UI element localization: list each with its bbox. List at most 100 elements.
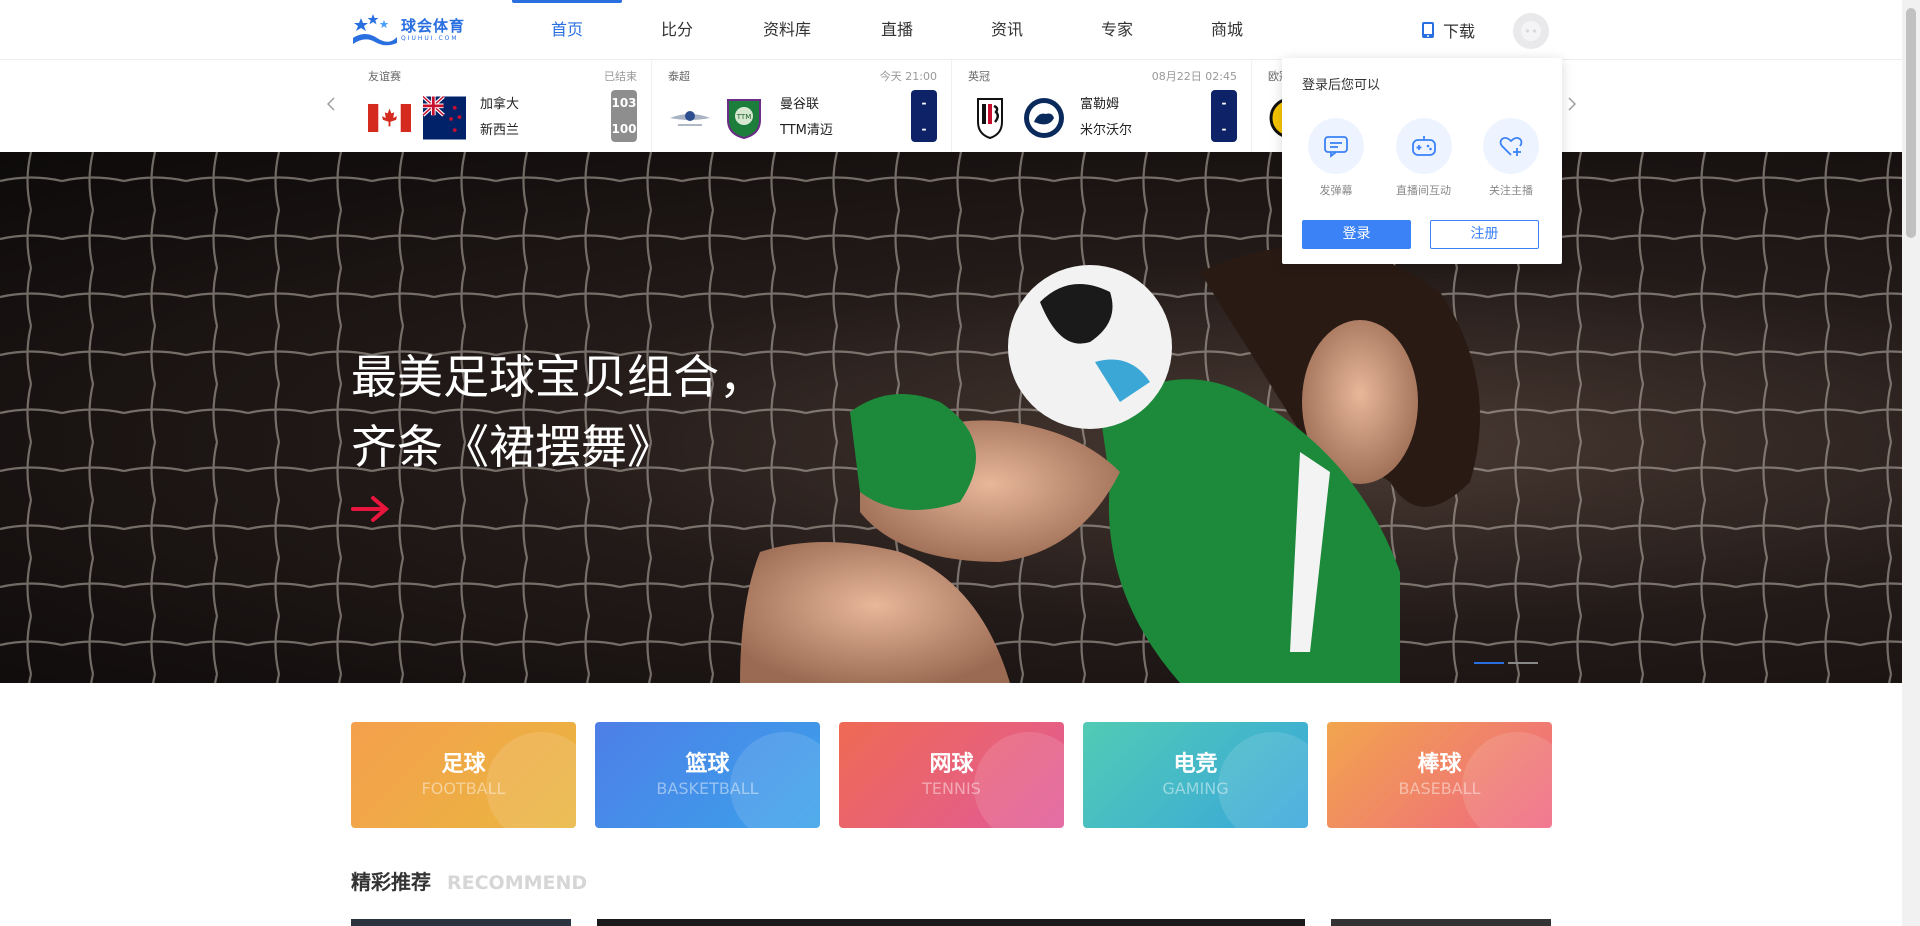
sport-tile-football[interactable]: 足球 FOOTBALL <box>351 722 576 828</box>
score-box: 103 100 <box>611 90 637 142</box>
fulham-crest-icon <box>977 98 1003 140</box>
sport-name-en: BASKETBALL <box>656 779 759 798</box>
benefit-danmaku[interactable]: 发弹幕 <box>1296 118 1376 198</box>
benefit-interaction[interactable]: 直播间互动 <box>1384 118 1464 198</box>
sport-name-en: BASEBALL <box>1398 779 1481 798</box>
register-button[interactable]: 注册 <box>1430 220 1539 249</box>
bangkok-united-crest-icon <box>670 111 710 126</box>
chevron-right-icon <box>1568 97 1576 111</box>
recommend-title-cn: 精彩推荐 <box>351 870 431 894</box>
page: 球会体育 QIUHUI.COM 首页 比分 资料库 直播 资讯 专家 商城 下载 <box>0 0 1920 926</box>
banner-pagination <box>1474 662 1542 664</box>
recommend-card-thumbnail[interactable] <box>597 919 1305 926</box>
home-score: - <box>921 96 927 110</box>
millwall-crest-icon <box>1024 98 1064 138</box>
sport-name-en: TENNIS <box>922 779 981 798</box>
nav-shop[interactable]: 商城 <box>1172 0 1282 60</box>
banner-title[interactable]: 最美足球宝贝组合， 齐条《裙摆舞》 <box>351 342 765 482</box>
sport-tile-gaming[interactable]: 电竞 GAMING <box>1083 722 1308 828</box>
nav-live[interactable]: 直播 <box>842 0 952 60</box>
benefit-label: 直播间互动 <box>1396 184 1451 197</box>
sport-name-en: FOOTBALL <box>421 779 506 798</box>
user-avatar[interactable] <box>1513 13 1549 49</box>
recommend-header: 精彩推荐 RECOMMEND <box>351 866 588 894</box>
logo-stars-icon <box>353 14 397 46</box>
login-popup: 登录后您可以 发弹幕 直播间互动 关注主播 登录 注册 <box>1282 58 1562 264</box>
match-card[interactable]: 英冠 08月22日 02:45 富勒姆 米尔沃尔 - - <box>952 60 1252 152</box>
goal-net-image <box>0 152 1902 683</box>
heart-plus-icon <box>1499 136 1523 156</box>
download-link[interactable]: 下载 <box>1421 18 1475 42</box>
sport-name-cn: 棒球 <box>1417 752 1462 777</box>
sport-name-cn: 电竞 <box>1173 752 1218 777</box>
page-scrollbar[interactable] <box>1902 0 1920 926</box>
banner-dot[interactable] <box>1474 662 1504 664</box>
gamepad-icon <box>1411 136 1436 156</box>
nav-scores[interactable]: 比分 <box>622 0 732 60</box>
banner-dot[interactable] <box>1508 662 1538 664</box>
nav-database[interactable]: 资料库 <box>732 0 842 60</box>
banner-title-line2: 齐条《裙摆舞》 <box>351 420 673 474</box>
svg-text:TTM: TTM <box>736 113 751 121</box>
logo-name-cn: 球会体育 <box>401 17 466 35</box>
canada-flag-icon <box>368 103 411 133</box>
sport-tile-tennis[interactable]: 网球 TENNIS <box>839 722 1064 828</box>
sport-name-cn: 网球 <box>929 752 974 777</box>
login-button[interactable]: 登录 <box>1302 220 1411 249</box>
match-league: 英冠 <box>968 70 990 83</box>
sport-name-en: GAMING <box>1162 779 1229 798</box>
banner-title-line1: 最美足球宝贝组合， <box>351 350 765 404</box>
match-status: 已结束 <box>604 70 637 83</box>
ticker-next-button[interactable] <box>1562 90 1582 118</box>
match-card[interactable]: 友谊赛 已结束 加拿大 新西兰 103 100 <box>352 60 652 152</box>
recommend-card-thumbnail[interactable] <box>351 919 571 926</box>
gaming-decoration <box>1218 732 1308 828</box>
home-score: - <box>1221 96 1227 110</box>
ticker-prev-button[interactable] <box>321 90 341 118</box>
benefit-label: 发弹幕 <box>1319 184 1353 197</box>
score-box: - - <box>1211 90 1237 142</box>
home-score: 103 <box>611 96 637 110</box>
nav-experts[interactable]: 专家 <box>1062 0 1172 60</box>
home-team: 曼谷联 <box>780 97 820 112</box>
ttm-chiangmai-crest-icon: TTM <box>727 99 761 140</box>
away-score: 100 <box>611 122 637 136</box>
match-status: 今天 21:00 <box>879 70 937 83</box>
benefit-follow[interactable]: 关注主播 <box>1471 118 1551 198</box>
scrollbar-thumb[interactable] <box>1906 8 1916 238</box>
away-score: - <box>1221 122 1227 136</box>
sport-name-cn: 足球 <box>441 752 486 777</box>
match-card[interactable]: 泰超 今天 21:00 TTM 曼谷联 TTM清迈 - - <box>652 60 952 152</box>
match-status: 08月22日 02:45 <box>1151 70 1237 83</box>
score-box: - - <box>911 90 937 142</box>
match-league: 泰超 <box>668 70 690 83</box>
away-score: - <box>921 122 927 136</box>
sport-tile-baseball[interactable]: 棒球 BASEBALL <box>1327 722 1552 828</box>
login-benefits: 发弹幕 直播间互动 关注主播 <box>1296 118 1551 198</box>
main-nav: 首页 比分 资料库 直播 资讯 专家 商城 <box>512 0 1282 60</box>
nav-news[interactable]: 资讯 <box>952 0 1062 60</box>
top-header: 球会体育 QIUHUI.COM 首页 比分 资料库 直播 资讯 专家 商城 下载 <box>0 0 1902 60</box>
hero-banner[interactable]: 最美足球宝贝组合， 齐条《裙摆舞》 <box>0 152 1902 683</box>
recommend-title-en: RECOMMEND <box>447 872 588 894</box>
new-zealand-flag-icon <box>423 95 466 140</box>
away-team: 米尔沃尔 <box>1080 123 1133 138</box>
match-ticker: 友谊赛 已结束 加拿大 新西兰 103 100 泰超 今天 21:00 TTM … <box>0 60 1902 152</box>
sport-categories: 足球 FOOTBALL 篮球 BASKETBALL 网球 TENNIS 电竞 G… <box>351 722 1552 828</box>
tennis-decoration <box>974 732 1064 828</box>
popup-title: 登录后您可以 <box>1302 78 1381 93</box>
home-team: 富勒姆 <box>1080 97 1120 112</box>
away-team: 新西兰 <box>480 123 520 138</box>
nav-home[interactable]: 首页 <box>512 0 622 60</box>
chat-icon <box>1324 136 1348 158</box>
away-team: TTM清迈 <box>780 123 833 138</box>
chevron-left-icon <box>327 97 335 111</box>
avatar-icon <box>1521 21 1541 41</box>
logo-name-en: QIUHUI.COM <box>401 35 459 42</box>
match-league: 友谊赛 <box>368 70 401 83</box>
arrow-right-icon[interactable] <box>351 492 391 526</box>
home-team: 加拿大 <box>480 97 520 112</box>
recommend-card-thumbnail[interactable] <box>1331 919 1551 926</box>
sport-tile-basketball[interactable]: 篮球 BASKETBALL <box>595 722 820 828</box>
site-logo[interactable]: 球会体育 QIUHUI.COM <box>351 10 471 50</box>
